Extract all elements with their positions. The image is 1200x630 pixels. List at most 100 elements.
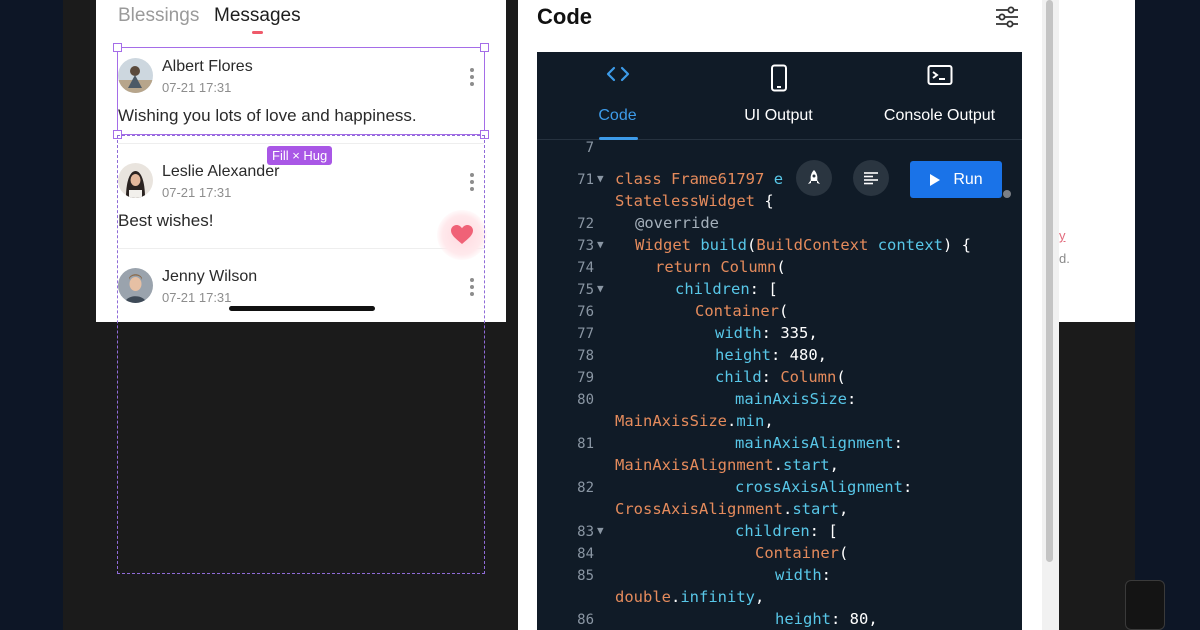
- code-text: mainAxisAlignment:: [735, 434, 903, 452]
- code-line: double.infinity,: [537, 588, 1022, 610]
- line-number: 80: [577, 392, 594, 408]
- active-tab-indicator: [252, 31, 263, 34]
- code-line: 82 crossAxisAlignment:: [537, 478, 1022, 500]
- tab-label: Code: [598, 107, 637, 124]
- code-line: 84 Container(: [537, 544, 1022, 566]
- code-text: class Frame61797 e: [615, 170, 784, 188]
- code-line: 79 child: Column(: [537, 368, 1022, 390]
- code-line: 75 ▼ children: [: [537, 280, 1022, 302]
- code-line: 78 height: 480,: [537, 346, 1022, 368]
- peek-text: d.: [1059, 251, 1070, 266]
- avatar: [118, 163, 153, 198]
- code-line: 74 return Column(: [537, 258, 1022, 280]
- code-line: CrossAxisAlignment.start,: [537, 500, 1022, 522]
- message-body: Best wishes!: [118, 211, 214, 230]
- deploy-button[interactable]: [796, 160, 832, 196]
- message-card[interactable]: Leslie Alexander 07-21 17:31 Best wishes…: [118, 163, 484, 233]
- line-number: 76: [577, 304, 594, 320]
- phone-icon: [770, 64, 787, 92]
- size-badge: Fill × Hug: [267, 146, 333, 165]
- run-label: Run: [953, 170, 983, 188]
- more-options-icon[interactable]: [470, 68, 474, 86]
- settings-sliders-icon[interactable]: [995, 6, 1019, 28]
- tab-messages[interactable]: Messages: [214, 5, 301, 27]
- tab-code[interactable]: Code: [537, 52, 698, 140]
- message-card[interactable]: Jenny Wilson 07-21 17:31: [118, 268, 484, 322]
- run-button[interactable]: Run: [910, 161, 1002, 198]
- code-line: 73 ▼ Widget build(BuildContext context) {: [537, 236, 1022, 258]
- divider: [118, 248, 484, 249]
- sender-name: Leslie Alexander: [162, 163, 280, 180]
- line-number: 84: [577, 546, 594, 562]
- line-number: 73: [577, 238, 594, 254]
- tab-console-output[interactable]: Console Output: [859, 52, 1020, 140]
- avatar: [118, 58, 153, 93]
- code-line: 83 ▼ children: [: [537, 522, 1022, 544]
- more-options-icon[interactable]: [470, 173, 474, 191]
- code-line: 77 width: 335,: [537, 324, 1022, 346]
- line-number: 78: [577, 348, 594, 364]
- play-icon: [930, 173, 941, 186]
- format-button[interactable]: [853, 160, 889, 196]
- fold-arrow-icon[interactable]: ▼: [597, 524, 604, 537]
- line-number: 75: [577, 282, 594, 298]
- tab-ui-output[interactable]: UI Output: [698, 52, 859, 140]
- code-text: height: 480,: [715, 346, 827, 364]
- line-number: 81: [577, 436, 594, 452]
- message-card[interactable]: Albert Flores 07-21 17:31 Wishing you lo…: [118, 58, 484, 128]
- line-number: 74: [577, 260, 594, 276]
- code-editor[interactable]: Code UI Output Console Output 7 71 ▼ cla…: [537, 52, 1022, 630]
- editor-tabs: Code UI Output Console Output: [537, 52, 1022, 140]
- avatar: [118, 268, 153, 303]
- peek-link[interactable]: y: [1059, 228, 1066, 243]
- code-text: mainAxisSize:: [735, 390, 857, 408]
- code-text: children: [: [675, 280, 778, 298]
- line-number: 86: [577, 612, 594, 628]
- divider: [118, 143, 484, 144]
- tab-blessings[interactable]: Blessings: [118, 5, 199, 27]
- code-text: Container(: [755, 544, 849, 562]
- message-time: 07-21 17:31: [162, 290, 232, 305]
- code-text: crossAxisAlignment:: [735, 478, 913, 496]
- fold-arrow-icon[interactable]: ▼: [597, 238, 604, 251]
- line-number: 85: [577, 568, 594, 584]
- tab-label: Console Output: [883, 107, 996, 124]
- fold-arrow-icon[interactable]: ▼: [597, 282, 604, 295]
- sender-name: Albert Flores: [162, 58, 253, 75]
- line-number: 79: [577, 370, 594, 386]
- code-text: double.infinity,: [615, 588, 765, 606]
- code-line: 80 mainAxisSize:: [537, 390, 1022, 412]
- code-line: 76 Container(: [537, 302, 1022, 324]
- like-button[interactable]: [437, 210, 487, 260]
- message-time: 07-21 17:31: [162, 185, 232, 200]
- side-panel: y d.: [1059, 0, 1135, 322]
- terminal-icon: [927, 65, 952, 85]
- code-text: MainAxisSize.min,: [615, 412, 774, 430]
- line-number: 71: [577, 172, 594, 188]
- drag-handle[interactable]: [1003, 190, 1011, 198]
- code-icon: [606, 66, 629, 82]
- more-options-icon[interactable]: [470, 278, 474, 296]
- line-number: 82: [577, 480, 594, 496]
- scrollbar-thumb[interactable]: [1046, 0, 1053, 562]
- line-number: 7: [585, 140, 594, 156]
- code-text: CrossAxisAlignment.start,: [615, 500, 849, 518]
- code-panel: Code Code UI Output Console Output 7 71 …: [518, 0, 1059, 630]
- fold-arrow-icon[interactable]: ▼: [597, 172, 604, 185]
- message-body: Wishing you lots of love and happiness.: [118, 106, 417, 125]
- code-text: Container(: [695, 302, 789, 320]
- tab-label: UI Output: [744, 107, 813, 124]
- message-time: 07-21 17:31: [162, 80, 232, 95]
- line-number: 72: [577, 216, 594, 232]
- active-tab-underline: [599, 137, 638, 140]
- code-text: @override: [635, 214, 719, 232]
- code-text: child: Column(: [715, 368, 846, 386]
- code-line: 81 mainAxisAlignment:: [537, 434, 1022, 456]
- code-text: Widget build(BuildContext context) {: [635, 236, 972, 254]
- code-line: 85 width:: [537, 566, 1022, 588]
- code-text: StatelessWidget {: [615, 192, 774, 210]
- code-text: children: [: [735, 522, 838, 540]
- corner-widget[interactable]: [1125, 580, 1165, 630]
- rocket-icon: [808, 170, 820, 184]
- sender-name: Jenny Wilson: [162, 268, 258, 285]
